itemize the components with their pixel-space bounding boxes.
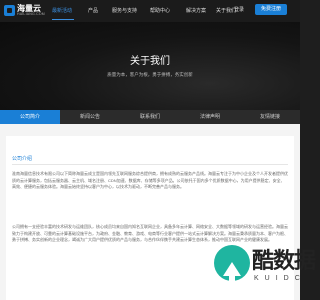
page-title: 关于我们: [130, 56, 170, 67]
logo-icon: [4, 5, 15, 16]
tab-legal[interactable]: 法律声明: [180, 110, 240, 124]
hero-subtitle: 质量为本，客户为根，勇于拼搏，务实创新: [107, 72, 193, 77]
tab-friend-links[interactable]: 友情链接: [240, 110, 300, 124]
nav-item-service-support[interactable]: 服务与支持: [112, 7, 137, 14]
top-navigation-bar: 海量云 HAILIANG.COM 最新活动 产品 服务与支持 帮助中心 解决方案…: [0, 0, 300, 22]
nav-item-solutions[interactable]: 解决方案: [186, 7, 206, 14]
logo[interactable]: 海量云 HAILIANG.COM: [4, 3, 48, 19]
watermark-subtext: KUIDC: [254, 275, 306, 282]
active-nav-indicator: [52, 19, 74, 20]
nav-item-latest-activity[interactable]: 最新活动: [52, 7, 72, 14]
nav-item-about-us[interactable]: 关于我们: [216, 7, 236, 14]
nav-item-help-center[interactable]: 帮助中心: [150, 7, 170, 14]
watermark: 酷数据 KUIDC: [214, 235, 316, 300]
tab-company-profile[interactable]: 公司简介: [0, 110, 60, 124]
login-link[interactable]: 登录: [234, 6, 244, 13]
about-tabs: 公司简介 新闻公告 联系我们 法律声明 友情链接: [0, 110, 300, 124]
nav-item-products[interactable]: 产品: [88, 7, 98, 14]
logo-subtext: HAILIANG.COM: [17, 12, 45, 16]
intro-paragraph-1: 淮南海量信息技术有限公司以下简称海量云成立是国内领先互联网服务综合提供商，拥有成…: [12, 171, 288, 189]
tab-news[interactable]: 新闻公告: [60, 110, 120, 124]
tab-contact-us[interactable]: 联系我们: [120, 110, 180, 124]
watermark-logo-icon: [214, 245, 250, 284]
register-button[interactable]: 免费注册: [255, 4, 287, 15]
section-title: 公司介绍: [12, 156, 33, 162]
watermark-arrow-stem: [229, 275, 235, 284]
hero-banner: 关于我们 质量为本，客户为根，勇于拼搏，务实创新: [0, 22, 300, 110]
section-divider: [12, 164, 288, 165]
watermark-text: 酷数据: [252, 249, 316, 274]
watermark-arrow-icon: [223, 262, 241, 276]
